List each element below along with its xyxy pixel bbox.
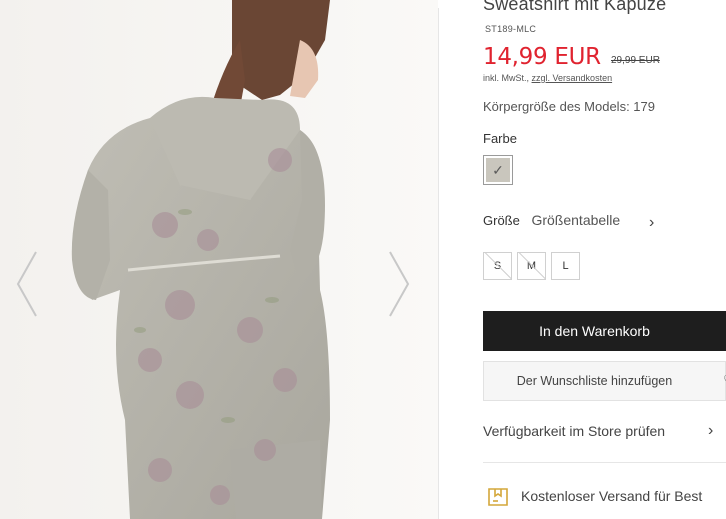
tax-note: inkl. MwSt., zzgl. Versandkosten	[483, 73, 612, 83]
product-details: Sweatshirt mit Kapuze ST189-MLC 14,99 EU…	[483, 0, 726, 519]
section-divider	[483, 462, 726, 463]
add-to-cart-button[interactable]: In den Warenkorb	[483, 311, 726, 351]
check-icon: ✓	[486, 158, 510, 182]
size-option-s[interactable]: S	[483, 252, 512, 280]
color-swatch-selected[interactable]: ✓	[483, 155, 513, 185]
size-option-label: L	[562, 260, 569, 272]
gallery-prev-arrow-icon[interactable]	[14, 248, 40, 320]
free-shipping-text: Kostenloser Versand für Best	[521, 488, 703, 504]
size-label: Größe	[483, 213, 520, 228]
product-title: Sweatshirt mit Kapuze	[483, 0, 667, 14]
store-availability-link[interactable]: Verfügbarkeit im Store prüfen	[483, 423, 665, 439]
chevron-right-icon[interactable]: ›	[708, 422, 713, 440]
tax-note-text: inkl. MwSt.,	[483, 73, 530, 83]
product-old-price: 29,99 EUR	[611, 55, 660, 66]
unavailable-slash	[484, 253, 511, 279]
product-price: 14,99 EUR	[483, 44, 601, 70]
size-options: S M L	[483, 252, 580, 280]
column-divider	[438, 8, 439, 519]
unavailable-slash	[518, 253, 545, 279]
product-sku: ST189-MLC	[485, 24, 537, 34]
size-option-m[interactable]: M	[517, 252, 546, 280]
gallery-next-arrow-icon[interactable]	[386, 248, 412, 320]
add-to-wishlist-button[interactable]: Der Wunschliste hinzufügen	[483, 361, 726, 401]
size-row: Größe Größentabelle	[483, 212, 620, 228]
model-height: Körpergröße des Models: 179	[483, 99, 655, 114]
shipping-box-icon	[488, 488, 508, 506]
chevron-right-icon[interactable]: ›	[649, 214, 654, 232]
product-image-gallery[interactable]	[0, 0, 438, 519]
product-photo	[0, 0, 438, 519]
color-label: Farbe	[483, 131, 517, 146]
size-option-l[interactable]: L	[551, 252, 580, 280]
size-table-link[interactable]: Größentabelle	[531, 212, 620, 228]
shipping-costs-link[interactable]: zzgl. Versandkosten	[532, 73, 613, 83]
